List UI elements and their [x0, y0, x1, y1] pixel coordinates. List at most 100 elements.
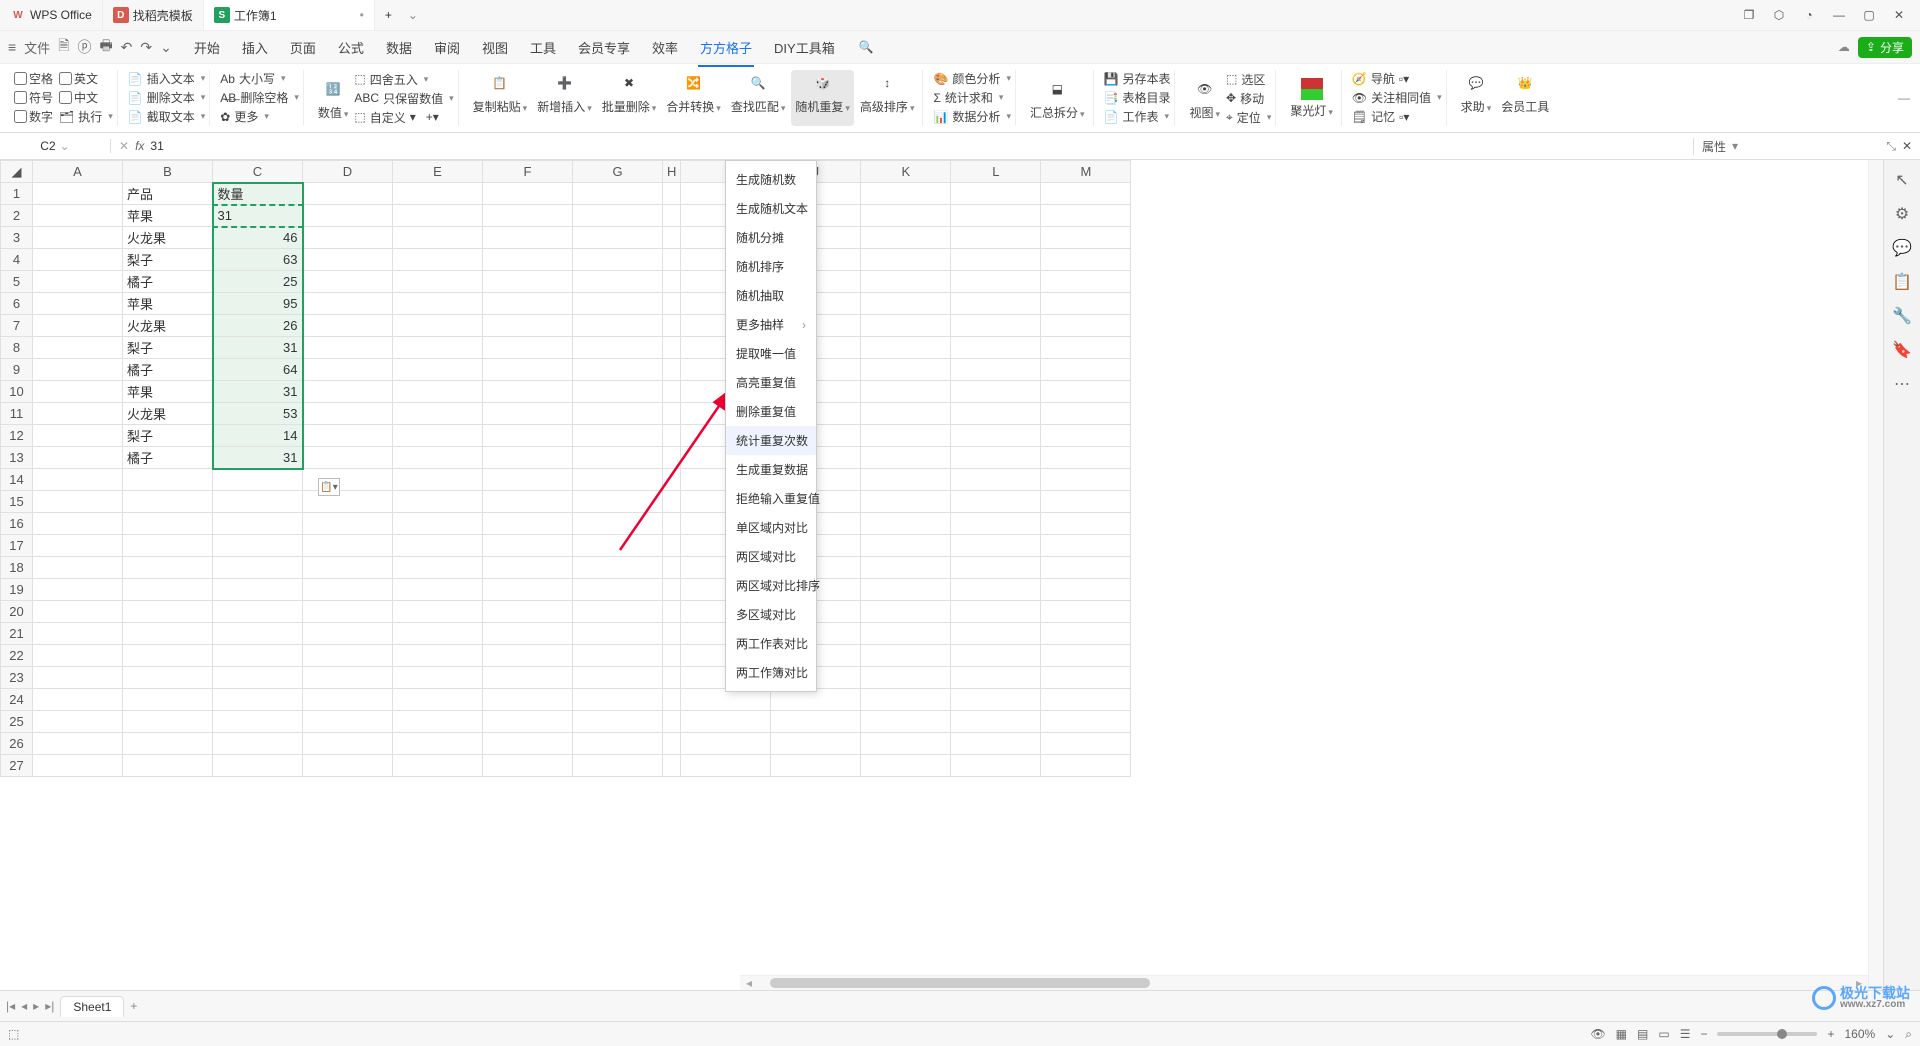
- cell[interactable]: [861, 711, 951, 733]
- cell[interactable]: [303, 579, 393, 601]
- cell[interactable]: [33, 271, 123, 293]
- ribbon-big-button[interactable]: 🔀合并转换: [662, 70, 725, 126]
- cell[interactable]: [663, 359, 681, 381]
- cell[interactable]: [303, 359, 393, 381]
- cell[interactable]: [213, 557, 303, 579]
- cell[interactable]: [213, 469, 303, 491]
- cell[interactable]: [33, 513, 123, 535]
- cell[interactable]: [303, 535, 393, 557]
- cell[interactable]: [573, 469, 663, 491]
- cell[interactable]: [1041, 381, 1131, 403]
- insert-text-button[interactable]: 📄 插入文本: [128, 70, 206, 87]
- cell[interactable]: [33, 689, 123, 711]
- color-analysis-button[interactable]: 🎨 颜色分析: [933, 70, 1011, 87]
- cell[interactable]: [951, 557, 1041, 579]
- share-button[interactable]: ⇪ 分享: [1858, 37, 1912, 58]
- cell[interactable]: [663, 535, 681, 557]
- scroll-thumb[interactable]: [770, 978, 1150, 988]
- cell[interactable]: [483, 755, 573, 777]
- dropdown-item[interactable]: 单区域内对比: [726, 513, 816, 542]
- cell[interactable]: [861, 359, 951, 381]
- normal-view-icon[interactable]: ▤: [1637, 1027, 1648, 1041]
- row-header[interactable]: 10: [1, 381, 33, 403]
- cell[interactable]: [33, 425, 123, 447]
- cell[interactable]: 橘子: [123, 359, 213, 381]
- cell[interactable]: [483, 601, 573, 623]
- cell[interactable]: [861, 557, 951, 579]
- cell[interactable]: [123, 689, 213, 711]
- cell[interactable]: [33, 249, 123, 271]
- cell[interactable]: [771, 755, 861, 777]
- cell[interactable]: [303, 183, 393, 205]
- zoom-out-button[interactable]: −: [1700, 1027, 1707, 1041]
- cell[interactable]: [573, 293, 663, 315]
- select-all-corner[interactable]: ◢: [1, 161, 33, 183]
- cell[interactable]: [393, 337, 483, 359]
- cell[interactable]: [573, 381, 663, 403]
- row-header[interactable]: 16: [1, 513, 33, 535]
- cell[interactable]: [483, 733, 573, 755]
- cell[interactable]: [483, 711, 573, 733]
- cell[interactable]: [573, 315, 663, 337]
- cell[interactable]: [303, 227, 393, 249]
- row-header[interactable]: 26: [1, 733, 33, 755]
- cell[interactable]: [303, 645, 393, 667]
- cell[interactable]: [483, 205, 573, 227]
- cell[interactable]: [213, 711, 303, 733]
- cell[interactable]: [33, 557, 123, 579]
- cell[interactable]: [123, 557, 213, 579]
- row-header[interactable]: 23: [1, 667, 33, 689]
- cell[interactable]: [951, 183, 1041, 205]
- column-header[interactable]: L: [951, 161, 1041, 183]
- row-header[interactable]: 1: [1, 183, 33, 205]
- cell[interactable]: [951, 491, 1041, 513]
- cell[interactable]: [393, 755, 483, 777]
- file-menu[interactable]: 文件: [24, 38, 50, 57]
- cell[interactable]: [393, 183, 483, 205]
- cell[interactable]: [663, 513, 681, 535]
- cell[interactable]: [663, 403, 681, 425]
- cell[interactable]: 31: [213, 447, 303, 469]
- dropdown-item[interactable]: 两工作簿对比: [726, 658, 816, 687]
- row-header[interactable]: 22: [1, 645, 33, 667]
- cell[interactable]: [33, 491, 123, 513]
- cell[interactable]: [861, 513, 951, 535]
- cell[interactable]: [1041, 359, 1131, 381]
- clipboard-icon[interactable]: 📋: [1892, 272, 1912, 292]
- cell[interactable]: [1041, 689, 1131, 711]
- cell[interactable]: [861, 755, 951, 777]
- cell[interactable]: [393, 601, 483, 623]
- cell[interactable]: [861, 425, 951, 447]
- cell[interactable]: [483, 535, 573, 557]
- cell[interactable]: [861, 667, 951, 689]
- ribbon-big-button[interactable]: 📋复制粘贴: [469, 70, 532, 126]
- cell[interactable]: [213, 645, 303, 667]
- maximize-button[interactable]: ▢: [1858, 8, 1880, 22]
- cell[interactable]: [663, 293, 681, 315]
- row-header[interactable]: 6: [1, 293, 33, 315]
- cell[interactable]: [33, 601, 123, 623]
- cell[interactable]: [663, 491, 681, 513]
- cell[interactable]: [303, 447, 393, 469]
- cell[interactable]: [393, 667, 483, 689]
- row-header[interactable]: 20: [1, 601, 33, 623]
- cell[interactable]: [33, 315, 123, 337]
- quick-dropdown-icon[interactable]: ⌄: [160, 39, 172, 56]
- cell[interactable]: [393, 227, 483, 249]
- cell[interactable]: [573, 513, 663, 535]
- cell[interactable]: [123, 535, 213, 557]
- cell[interactable]: [1041, 667, 1131, 689]
- more-icon[interactable]: ⋯: [1894, 374, 1910, 394]
- settings-icon[interactable]: ⚙: [1895, 204, 1909, 224]
- cell[interactable]: [213, 689, 303, 711]
- cell[interactable]: [663, 337, 681, 359]
- dropdown-item[interactable]: 两区域对比: [726, 542, 816, 571]
- redo-icon[interactable]: ↷: [140, 39, 152, 56]
- tab-list-button[interactable]: ⌄: [402, 8, 424, 22]
- cell[interactable]: [483, 425, 573, 447]
- cell[interactable]: [213, 623, 303, 645]
- minimize-button[interactable]: —: [1828, 8, 1850, 22]
- cell[interactable]: [123, 601, 213, 623]
- cell[interactable]: [861, 733, 951, 755]
- cell[interactable]: [33, 623, 123, 645]
